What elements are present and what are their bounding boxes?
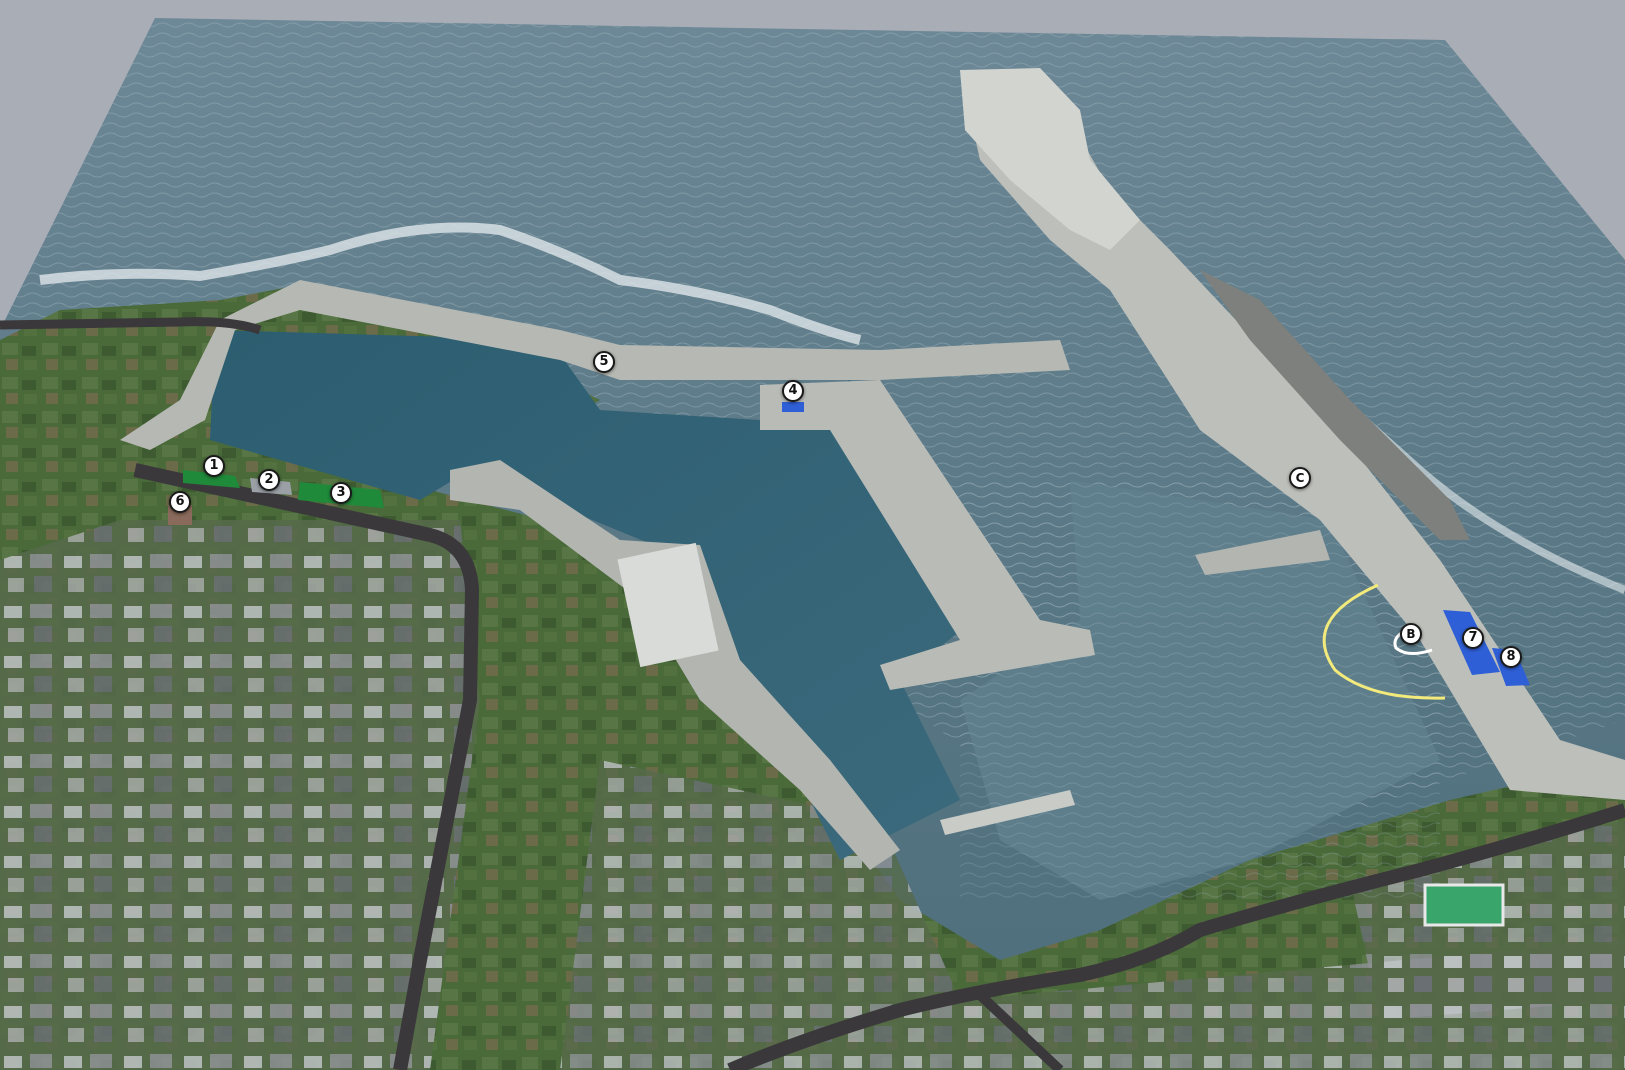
marker-3[interactable]: 3 (330, 482, 352, 504)
marker-c[interactable]: C (1289, 467, 1311, 489)
marker-4[interactable]: 4 (782, 380, 804, 402)
map-viewport[interactable]: 1 2 3 4 5 6 7 8 B C (0, 0, 1625, 1070)
marker-7[interactable]: 7 (1462, 627, 1484, 649)
building-4 (782, 402, 804, 412)
marker-8[interactable]: 8 (1500, 646, 1522, 668)
school-field (1423, 883, 1505, 927)
marker-b[interactable]: B (1400, 623, 1422, 645)
marker-1[interactable]: 1 (203, 455, 225, 477)
terrain-map[interactable] (0, 0, 1625, 1070)
marker-2[interactable]: 2 (258, 469, 280, 491)
marker-6[interactable]: 6 (169, 491, 191, 513)
marker-5[interactable]: 5 (593, 351, 615, 373)
